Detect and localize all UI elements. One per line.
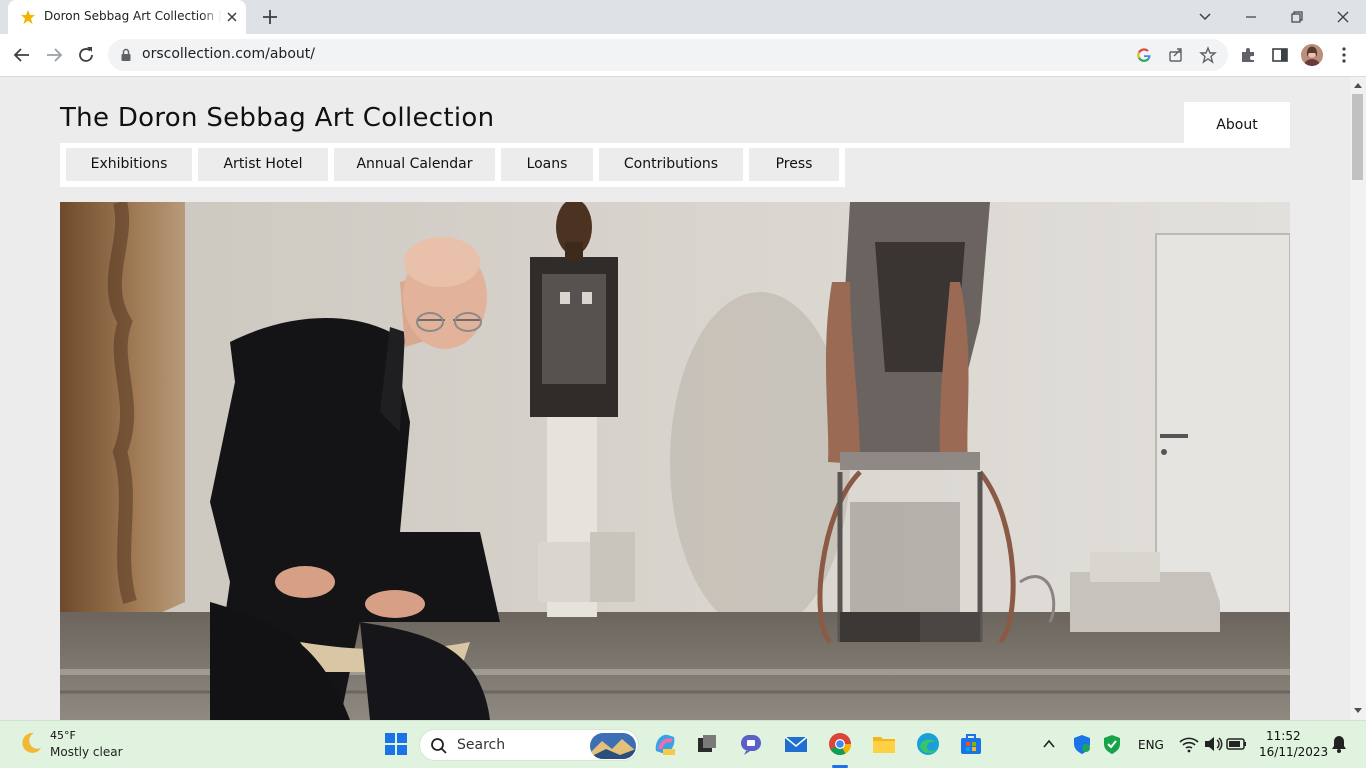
- close-icon[interactable]: [224, 9, 240, 25]
- google-icon[interactable]: [1135, 46, 1153, 64]
- address-bar[interactable]: orscollection.com/about/: [108, 39, 1228, 71]
- language-indicator[interactable]: ENG: [1138, 738, 1164, 752]
- menu-dots-icon[interactable]: [1333, 44, 1355, 66]
- star-favicon-icon: [21, 10, 35, 24]
- forward-icon[interactable]: [43, 44, 65, 66]
- clock-time[interactable]: 11:52: [1266, 729, 1301, 743]
- close-window-icon[interactable]: [1332, 6, 1354, 28]
- reload-icon[interactable]: [75, 44, 97, 66]
- scrollbar-thumb[interactable]: [1352, 94, 1363, 180]
- nav-link-contributions[interactable]: Contributions: [599, 148, 743, 181]
- tab-strip: Doron Sebbag Art Collection | o: [0, 0, 1366, 34]
- plus-icon[interactable]: [260, 7, 280, 27]
- tab-title: Doron Sebbag Art Collection | o: [44, 9, 222, 23]
- nav-link-loans[interactable]: Loans: [501, 148, 593, 181]
- teams-chat-icon[interactable]: [738, 731, 764, 757]
- back-icon[interactable]: [11, 44, 33, 66]
- taskbar-search[interactable]: Search: [419, 729, 639, 761]
- hero-image: [60, 202, 1290, 720]
- edge-icon[interactable]: [915, 731, 941, 757]
- nav-link-annual-calendar[interactable]: Annual Calendar: [334, 148, 495, 181]
- chevron-down-icon[interactable]: [1194, 6, 1216, 28]
- store-icon[interactable]: [958, 731, 984, 757]
- copilot-icon[interactable]: [652, 731, 678, 757]
- nav-link-about[interactable]: About: [1184, 117, 1290, 133]
- restore-icon[interactable]: [1286, 6, 1308, 28]
- extensions-icon[interactable]: [1237, 44, 1259, 66]
- volume-icon[interactable]: [1200, 731, 1226, 757]
- scroll-down-icon[interactable]: [1354, 708, 1362, 713]
- landscape-icon: [590, 733, 636, 759]
- url-text[interactable]: orscollection.com/about/: [142, 46, 315, 62]
- file-explorer-icon[interactable]: [871, 731, 897, 757]
- about-nav-box: About: [1184, 102, 1290, 148]
- profile-picture-icon: [1301, 44, 1323, 66]
- windows-taskbar: 45°F Mostly clear Search ENG 11:52 16/11…: [0, 720, 1366, 768]
- minimize-icon[interactable]: [1240, 6, 1262, 28]
- browser-tab[interactable]: Doron Sebbag Art Collection | o: [8, 0, 246, 34]
- wifi-icon[interactable]: [1176, 731, 1202, 757]
- site-title[interactable]: The Doron Sebbag Art Collection: [60, 103, 494, 133]
- nav-link-press[interactable]: Press: [749, 148, 839, 181]
- main-nav: Exhibitions Artist Hotel Annual Calendar…: [60, 143, 845, 187]
- page-scrollbar[interactable]: [1350, 77, 1366, 720]
- share-icon[interactable]: [1167, 46, 1185, 64]
- task-view-icon[interactable]: [694, 731, 720, 757]
- search-highlight-image: [590, 733, 636, 759]
- nav-link-artist-hotel[interactable]: Artist Hotel: [198, 148, 328, 181]
- avatar[interactable]: [1301, 44, 1323, 66]
- bell-icon[interactable]: [1326, 731, 1352, 757]
- windows-start-icon[interactable]: [383, 731, 409, 757]
- battery-icon[interactable]: [1224, 731, 1250, 757]
- hero-photo: [60, 202, 1290, 720]
- lock-icon[interactable]: [120, 48, 132, 62]
- mail-icon[interactable]: [783, 731, 809, 757]
- bookmark-star-icon[interactable]: [1199, 46, 1217, 64]
- page-viewport: The Doron Sebbag Art Collection About Ex…: [0, 77, 1350, 720]
- shield-check-icon[interactable]: [1099, 731, 1125, 757]
- weather-desc[interactable]: Mostly clear: [50, 745, 123, 759]
- side-panel-icon[interactable]: [1269, 44, 1291, 66]
- defender-icon[interactable]: [1069, 731, 1095, 757]
- clock-date[interactable]: 16/11/2023: [1259, 745, 1328, 759]
- weather-temp[interactable]: 45°F: [50, 729, 76, 742]
- search-icon: [431, 738, 447, 754]
- nav-link-exhibitions[interactable]: Exhibitions: [66, 148, 192, 181]
- moon-icon[interactable]: [18, 730, 44, 756]
- scroll-up-icon[interactable]: [1354, 83, 1362, 88]
- chevron-up-icon[interactable]: [1036, 731, 1062, 757]
- search-placeholder: Search: [457, 737, 506, 753]
- chrome-icon[interactable]: [827, 731, 853, 757]
- browser-toolbar: orscollection.com/about/: [0, 34, 1366, 77]
